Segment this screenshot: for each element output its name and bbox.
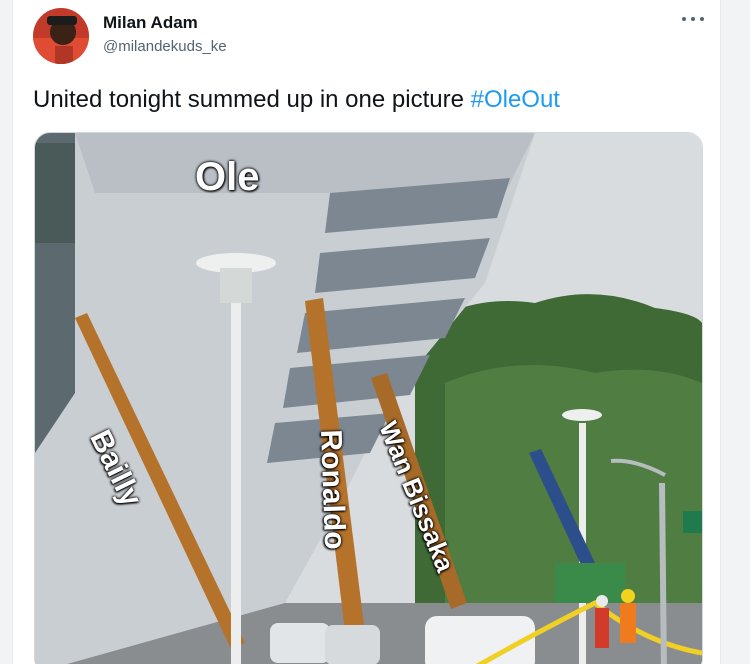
hashtag-link[interactable]: #OleOut [471,86,560,113]
more-dot [691,17,695,21]
author-handle[interactable]: @milandekuds_ke [103,38,227,55]
tweet-card: Milan Adam @milandekuds_ke United tonigh… [12,0,721,664]
more-dot [682,17,686,21]
author-name[interactable]: Milan Adam [103,13,198,33]
caption-ronaldo: Ronaldo [314,429,352,551]
caption-ole: Ole [195,155,260,199]
tweet-text: United tonight summed up in one picture … [33,86,560,114]
avatar-image [33,8,89,64]
tweet-body: United tonight summed up in one picture [33,86,471,113]
more-options-icon[interactable] [682,12,704,26]
author-avatar[interactable] [33,8,89,64]
leaning-building-photo [35,133,702,664]
tweet-image[interactable]: Ole Bailly Ronaldo Wan Bissaka [34,132,703,664]
more-dot [700,17,704,21]
